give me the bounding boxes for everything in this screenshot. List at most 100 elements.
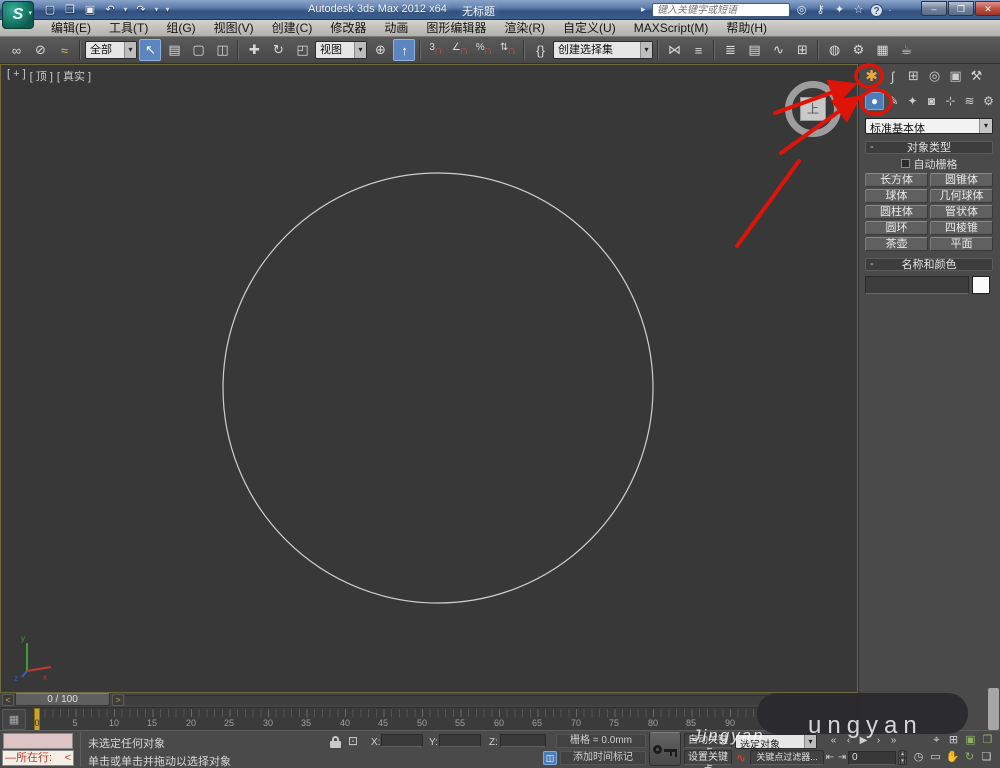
save-file-icon[interactable]: ▣ — [82, 2, 98, 18]
tab-hierarchy[interactable]: ⊞ — [903, 66, 924, 86]
object-type-button[interactable]: 几何球体 — [930, 189, 993, 203]
menu-item[interactable]: MAXScript(M) — [625, 20, 718, 37]
object-color-swatch[interactable] — [972, 276, 990, 294]
orbit-button[interactable]: ↻ — [961, 750, 978, 765]
align-button[interactable]: ≡ — [687, 39, 709, 61]
time-tag-icon[interactable]: ◫ — [543, 751, 557, 765]
tab-display[interactable]: ▣ — [945, 66, 966, 86]
object-type-button[interactable]: 管状体 — [930, 205, 993, 219]
use-pivot-center-button[interactable]: ⊕ — [369, 39, 391, 61]
tab-modify[interactable]: ∫ — [882, 66, 903, 86]
menu-item[interactable]: 帮助(H) — [717, 20, 776, 37]
add-time-tag-button[interactable]: 添加时间标记 — [560, 751, 646, 765]
select-object-button[interactable]: ↖ — [139, 39, 161, 61]
tab-create[interactable]: ✱ — [861, 66, 882, 86]
communication-center-icon[interactable]: ✦ — [832, 2, 847, 18]
y-coord-field[interactable] — [439, 734, 481, 747]
zoom-extents-all-button[interactable]: ❐ — [979, 733, 996, 748]
app-logo-button[interactable]: S ▾ — [2, 1, 34, 29]
select-by-name-button[interactable]: ▤ — [163, 39, 185, 61]
angle-snap-button[interactable]: ∠ ∩ — [449, 39, 471, 61]
tab-utilities[interactable]: ⚒ — [966, 66, 987, 86]
object-type-button[interactable]: 球体 — [865, 189, 928, 203]
select-scale-button[interactable]: ◰ — [291, 39, 313, 61]
rendered-frame-button[interactable]: ▦ — [871, 39, 893, 61]
menu-item[interactable]: 视图(V) — [205, 20, 263, 37]
menu-item[interactable]: 工具(T) — [100, 20, 157, 37]
schematic-view-button[interactable]: ⊞ — [791, 39, 813, 61]
script-listener-field[interactable]: — 所在行: < — [2, 750, 74, 766]
selection-filter-dropdown[interactable]: 全部 ▾ — [85, 41, 137, 59]
object-type-button[interactable]: 圆环 — [865, 221, 928, 235]
object-type-rollout[interactable]: - 对象类型 — [865, 141, 993, 154]
window-crossing-button[interactable]: ◫ — [211, 39, 233, 61]
zoom-extents-button[interactable]: ▣ — [962, 733, 979, 748]
menu-item[interactable]: 编辑(E) — [42, 20, 100, 37]
menu-item[interactable]: 图形编辑器 — [417, 20, 495, 37]
subtab-cameras[interactable]: ◙ — [922, 92, 941, 110]
menu-item[interactable]: 修改器 — [321, 20, 375, 37]
absolute-offset-toggle-icon[interactable]: ⊡ — [348, 734, 358, 748]
selection-region-button[interactable]: ▢ — [187, 39, 209, 61]
named-sets-dropdown[interactable]: 创建选择集 ▾ — [553, 41, 653, 59]
render-button[interactable]: ☕ — [895, 39, 917, 61]
object-type-button[interactable]: 长方体 — [865, 173, 928, 187]
x-coord-field[interactable] — [381, 734, 423, 747]
workspace-arrow-icon[interactable]: ▸ — [641, 4, 646, 15]
z-coord-field[interactable] — [500, 734, 546, 747]
key-filters-button[interactable]: 关键点过滤器... — [750, 750, 824, 765]
timeslider-next-button[interactable]: > — [112, 694, 124, 706]
help-more-icon[interactable]: · — [887, 2, 893, 18]
qat-more-icon[interactable]: ▾ — [164, 2, 171, 18]
time-config-button[interactable]: ◷ — [910, 750, 927, 765]
curve-editor-button[interactable]: ∿ — [767, 39, 789, 61]
menu-item[interactable]: 创建(C) — [263, 20, 322, 37]
subtab-space-warps[interactable]: ≋ — [960, 92, 979, 110]
set-key-button[interactable]: 设置关键点 — [684, 750, 732, 768]
redo-dropdown-icon[interactable]: ▾ — [153, 2, 160, 18]
subtab-shapes[interactable]: ✎ — [884, 92, 903, 110]
search-icon[interactable]: ◎ — [794, 2, 809, 18]
object-name-input[interactable] — [865, 276, 969, 294]
zoom-button[interactable]: ⌖ — [928, 733, 945, 748]
viewport-top[interactable]: [ + ][ 顶 ][ 真实 ] 上 y x z — [0, 64, 858, 693]
snap-toggle-button[interactable]: 3 ∩ — [425, 39, 447, 61]
layer-manager-button[interactable]: ≣ — [719, 39, 741, 61]
set-keys-button[interactable] — [649, 732, 681, 766]
object-type-button[interactable]: 圆锥体 — [930, 173, 993, 187]
edit-named-sets-button[interactable]: {} — [529, 39, 551, 61]
redo-icon[interactable]: ↷ — [133, 2, 149, 18]
percent-snap-button[interactable]: % ∩ — [473, 39, 495, 61]
zoom-all-button[interactable]: ⊞ — [945, 733, 962, 748]
macro-recorder-field[interactable] — [3, 733, 73, 749]
new-file-icon[interactable]: ▢ — [42, 2, 58, 18]
timeslider-track[interactable] — [125, 695, 855, 705]
mini-curve-editor-button[interactable]: ▦ — [2, 709, 26, 730]
maximize-viewport-button[interactable]: ❏ — [978, 750, 995, 765]
select-move-button[interactable]: ✚ — [243, 39, 265, 61]
menu-item[interactable]: 组(G) — [157, 20, 204, 37]
render-setup-button[interactable]: ⚙ — [847, 39, 869, 61]
ribbon-toggle-button[interactable]: ▤ — [743, 39, 765, 61]
undo-dropdown-icon[interactable]: ▾ — [122, 2, 129, 18]
zoom-region-button[interactable]: ▭ — [927, 750, 944, 765]
menu-item[interactable]: 自定义(U) — [554, 20, 625, 37]
subtab-systems[interactable]: ⚙ — [979, 92, 998, 110]
spinner-snap-button[interactable]: ⇅ ∩ — [497, 39, 519, 61]
material-editor-button[interactable]: ◍ — [823, 39, 845, 61]
selection-lock-icon[interactable] — [330, 736, 341, 748]
object-type-button[interactable]: 圆柱体 — [865, 205, 928, 219]
prev-key-button[interactable]: ⇤ — [824, 751, 836, 765]
viewcube-top-face[interactable]: 上 — [800, 97, 826, 121]
help-icon[interactable]: ? — [870, 3, 883, 17]
panel-scrollbar[interactable] — [988, 688, 999, 730]
timeslider-prev-button[interactable]: < — [2, 694, 14, 706]
rollout-collapse-icon[interactable]: - — [870, 259, 874, 270]
object-type-button[interactable]: 茶壶 — [865, 237, 928, 251]
next-key-button[interactable]: ⇥ — [836, 751, 848, 765]
viewcube[interactable]: 上 — [785, 81, 841, 137]
subtab-lights[interactable]: ✦ — [903, 92, 922, 110]
select-manipulate-button[interactable]: ↑ — [393, 39, 415, 61]
undo-icon[interactable]: ↶ — [102, 2, 118, 18]
subtab-geometry[interactable]: ● — [865, 92, 884, 110]
